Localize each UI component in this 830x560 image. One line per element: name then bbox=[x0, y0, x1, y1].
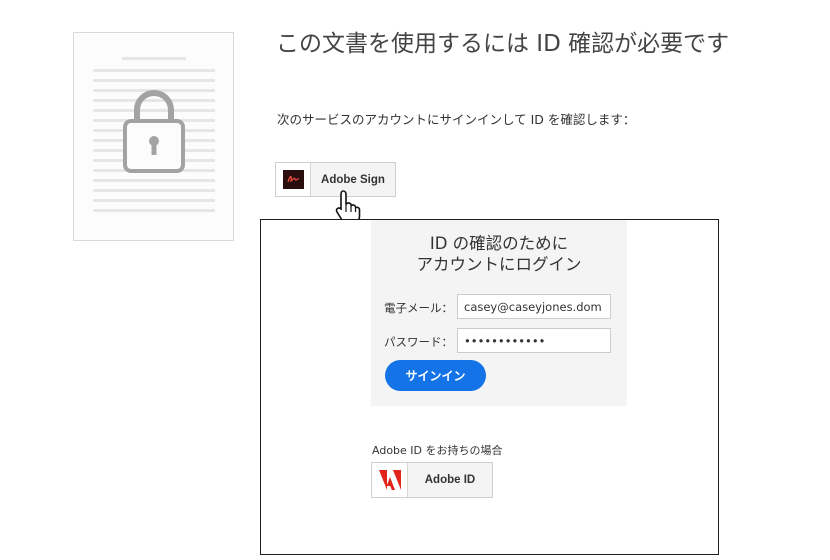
password-label: パスワード： bbox=[384, 335, 453, 349]
lock-icon bbox=[123, 90, 185, 173]
adobe-logo-icon bbox=[372, 463, 408, 497]
signin-button[interactable]: サインイン bbox=[385, 360, 486, 391]
page-subtitle: 次のサービスのアカウントにサインインして ID を確認します： bbox=[277, 112, 636, 127]
page-title: この文書を使用するには ID 確認が必要です bbox=[276, 31, 730, 57]
email-field[interactable] bbox=[457, 294, 611, 319]
adobe-id-prompt: Adobe ID をお持ちの場合 bbox=[372, 444, 503, 457]
email-label: 電子メール： bbox=[384, 301, 453, 315]
login-heading: ID の確認のために アカウントにログイン bbox=[371, 233, 627, 275]
locked-document-icon bbox=[93, 57, 215, 212]
adobe-sign-label: Adobe Sign bbox=[321, 173, 385, 186]
login-panel: ID の確認のために アカウントにログイン 電子メール： パスワード： サインイ… bbox=[371, 220, 627, 406]
password-field[interactable] bbox=[457, 328, 611, 353]
login-popup: ID の確認のために アカウントにログイン 電子メール： パスワード： サインイ… bbox=[260, 219, 719, 555]
adobe-id-button[interactable]: Adobe ID bbox=[371, 462, 493, 498]
login-heading-line-2: アカウントにログイン bbox=[416, 255, 582, 274]
adobe-id-label: Adobe ID bbox=[424, 474, 476, 486]
adobe-sign-logo-icon bbox=[276, 163, 311, 196]
login-heading-line-1: ID の確認のために bbox=[429, 234, 569, 253]
locked-document-thumbnail bbox=[73, 32, 234, 241]
